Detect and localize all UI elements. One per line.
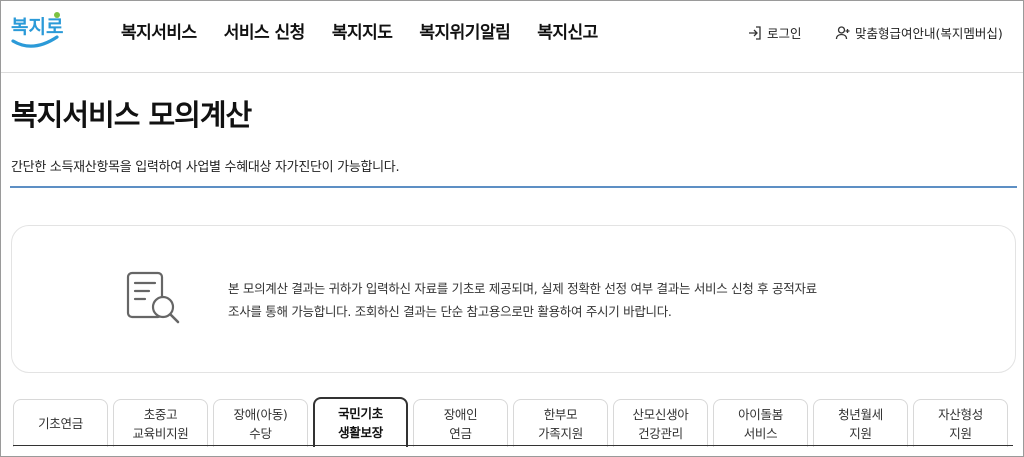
tab-basic-livelihood-security[interactable]: 국민기초 생활보장 (313, 397, 408, 447)
tab-disability-pension[interactable]: 장애인 연금 (413, 399, 508, 447)
tab-youth-rent-support[interactable]: 청년월세 지원 (813, 399, 908, 447)
main-nav: 복지서비스 서비스 신청 복지지도 복지위기알림 복지신고 (121, 18, 598, 43)
tab-single-parent-support[interactable]: 한부모 가족지원 (513, 399, 608, 447)
nav-crisis-alert[interactable]: 복지위기알림 (419, 18, 510, 43)
login-icon (749, 25, 761, 40)
guide-label: 맞춤형급여안내(복지멤버십) (855, 26, 1003, 41)
page-description: 간단한 소득재산항목을 입력하여 사업별 수혜대상 자가진단이 가능합니다. (11, 160, 400, 175)
nav-welfare-report[interactable]: 복지신고 (537, 18, 598, 43)
tab-asset-building-support[interactable]: 자산형성 지원 (913, 399, 1008, 447)
tab-disabled-child-allowance[interactable]: 장애(아동) 수당 (213, 399, 308, 447)
tab-basic-pension[interactable]: 기초연금 (13, 399, 108, 447)
tab-school-education-support[interactable]: 초중고 교육비지원 (113, 399, 208, 447)
document-search-icon (126, 271, 180, 324)
notice-box: 본 모의계산 결과는 귀하가 입력하신 자료를 기초로 제공되며, 실제 정확한… (11, 225, 1016, 373)
notice-text: 본 모의계산 결과는 귀하가 입력하신 자료를 기초로 제공되며, 실제 정확한… (228, 277, 848, 323)
program-tabs: 기초연금 초중고 교육비지원 장애(아동) 수당 국민기초 생활보장 장애인 연… (13, 397, 1008, 447)
login-link[interactable]: 로그인 (747, 23, 802, 42)
bokjiro-logo[interactable]: 복지로 (9, 7, 65, 53)
title-divider (10, 186, 1017, 188)
login-label: 로그인 (767, 26, 802, 41)
svg-text:복지로: 복지로 (11, 16, 63, 38)
site-header: 복지로 복지서비스 서비스 신청 복지지도 복지위기알림 복지신고 로그인 맞춤… (1, 1, 1023, 73)
user-add-icon (835, 25, 850, 39)
tab-maternal-newborn-care[interactable]: 산모신생아 건강관리 (613, 399, 708, 447)
notice-line-2: 조사를 통해 가능합니다. 조회하신 결과는 단순 참고용으로만 활용하여 주시… (228, 304, 672, 319)
notice-line-1: 본 모의계산 결과는 귀하가 입력하신 자료를 기초로 제공되며, 실제 정확한… (228, 281, 817, 296)
nav-service-apply[interactable]: 서비스 신청 (224, 18, 306, 43)
page-title: 복지서비스 모의계산 (11, 98, 252, 132)
tab-child-care-service[interactable]: 아이돌봄 서비스 (713, 399, 808, 447)
nav-welfare-map[interactable]: 복지지도 (332, 18, 393, 43)
tabs-baseline (13, 445, 1013, 446)
custom-benefit-guide-link[interactable]: 맞춤형급여안내(복지멤버십) (835, 23, 1003, 42)
nav-welfare-services[interactable]: 복지서비스 (121, 18, 197, 43)
